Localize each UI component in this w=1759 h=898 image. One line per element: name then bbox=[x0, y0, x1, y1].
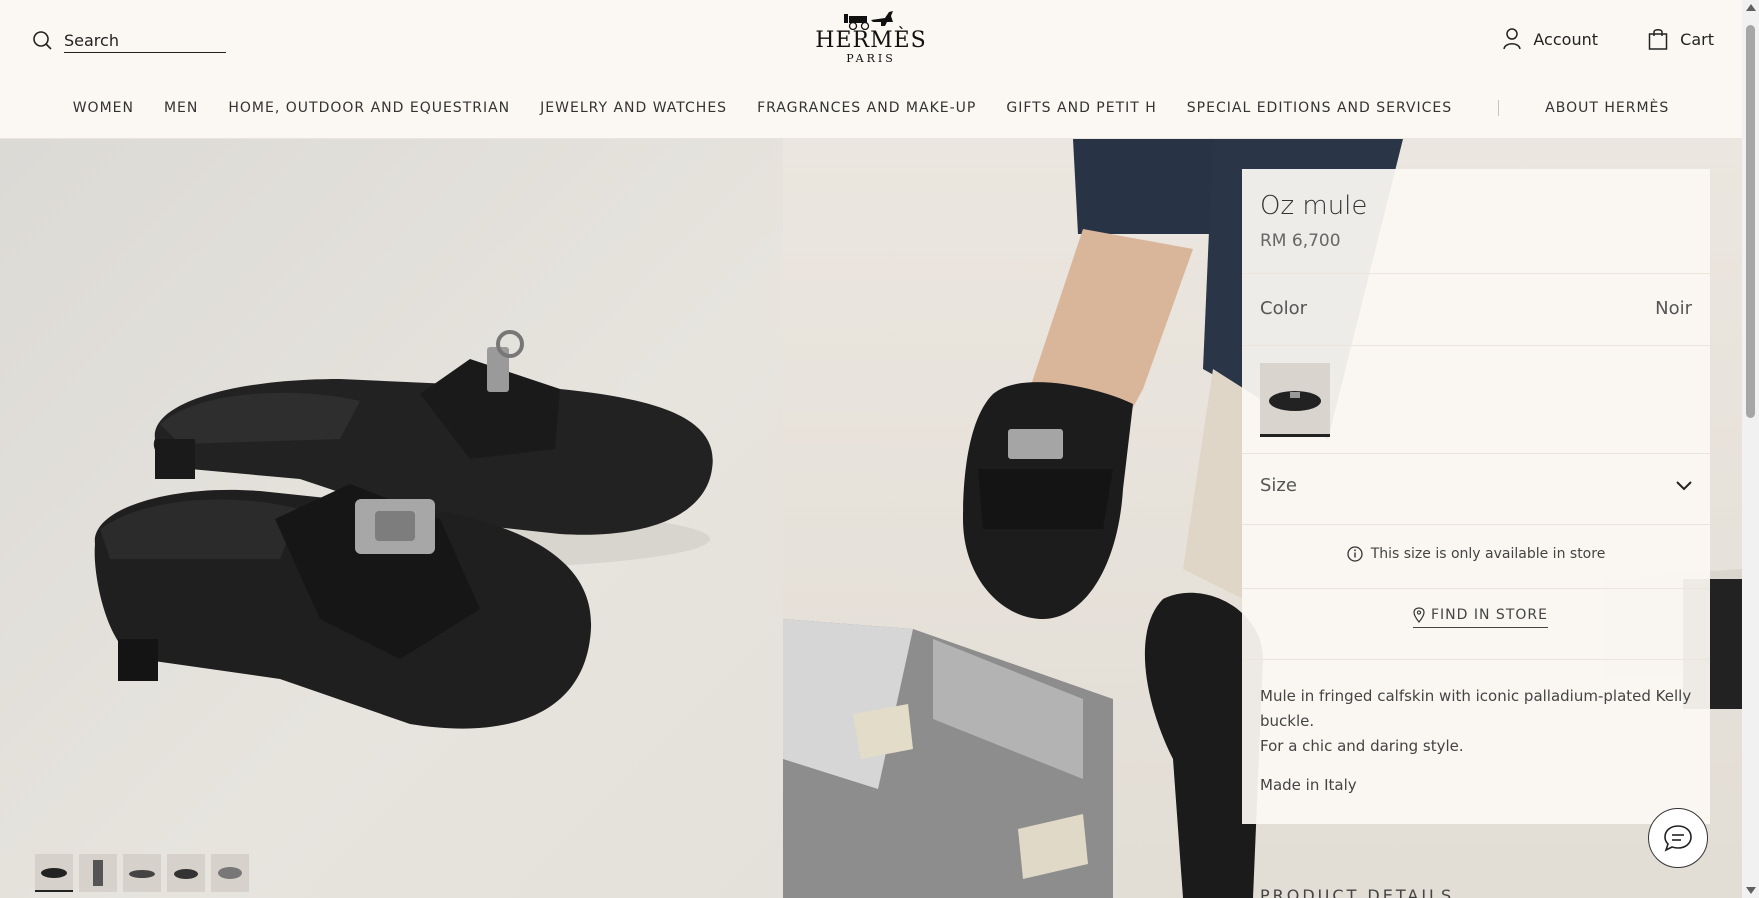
page-scrollbar[interactable] bbox=[1742, 0, 1759, 898]
main-nav: WOMEN MEN HOME, OUTDOOR AND EQUESTRIAN J… bbox=[0, 100, 1742, 116]
search-input[interactable]: Search bbox=[64, 31, 226, 53]
product-panel: Oz mule RM 6,700 Color Noir Size This si… bbox=[1242, 169, 1710, 824]
site-header: Search HERMÈS PARIS Account Cart WOMEN M… bbox=[0, 0, 1742, 139]
brand-logo[interactable]: HERMÈS PARIS bbox=[801, 8, 941, 65]
nav-item-about[interactable]: ABOUT HERMÈS bbox=[1545, 100, 1669, 116]
nav-item-fragrances[interactable]: FRAGRANCES AND MAKE-UP bbox=[757, 100, 976, 116]
thumbnail-2[interactable] bbox=[79, 854, 117, 892]
availability-text: This size is only available in store bbox=[1370, 546, 1606, 562]
size-selector[interactable]: Size bbox=[1260, 475, 1692, 496]
account-label: Account bbox=[1533, 29, 1598, 49]
thumbnail-3[interactable] bbox=[123, 854, 161, 892]
nav-item-special-editions[interactable]: SPECIAL EDITIONS AND SERVICES bbox=[1187, 100, 1452, 116]
nav-item-home-outdoor[interactable]: HOME, OUTDOOR AND EQUESTRIAN bbox=[228, 100, 510, 116]
divider bbox=[1242, 659, 1710, 660]
product-price: RM 6,700 bbox=[1260, 231, 1341, 251]
thumbnail-1[interactable] bbox=[35, 854, 73, 892]
color-swatch-noir[interactable] bbox=[1260, 363, 1330, 437]
chat-icon bbox=[1664, 825, 1692, 852]
location-pin-icon bbox=[1413, 607, 1425, 623]
divider bbox=[1242, 588, 1710, 589]
divider bbox=[1242, 345, 1710, 346]
search-icon[interactable] bbox=[32, 30, 52, 54]
user-icon bbox=[1503, 28, 1522, 50]
find-in-store-label: FIND IN STORE bbox=[1431, 607, 1548, 623]
thumbnail-strip bbox=[35, 854, 249, 892]
scroll-up-arrow[interactable] bbox=[1746, 4, 1756, 11]
product-title: Oz mule bbox=[1260, 191, 1368, 221]
nav-item-jewelry[interactable]: JEWELRY AND WATCHES bbox=[540, 100, 727, 116]
nav-item-women[interactable]: WOMEN bbox=[73, 100, 134, 116]
chevron-down-icon bbox=[1676, 480, 1692, 490]
color-row: Color Noir bbox=[1260, 298, 1692, 319]
brand-location: PARIS bbox=[846, 52, 896, 65]
color-label: Color bbox=[1260, 298, 1307, 319]
divider bbox=[1242, 453, 1710, 454]
cart-link[interactable]: Cart bbox=[1648, 28, 1714, 50]
shopping-bag-icon bbox=[1648, 29, 1668, 50]
divider bbox=[1242, 524, 1710, 525]
product-details-heading[interactable]: PRODUCT DETAILS bbox=[1260, 886, 1454, 898]
info-icon bbox=[1347, 546, 1363, 562]
brand-wordmark: HERMÈS bbox=[815, 28, 927, 53]
scroll-down-arrow[interactable] bbox=[1746, 887, 1756, 894]
search-box[interactable]: Search bbox=[32, 30, 226, 54]
size-label: Size bbox=[1260, 475, 1297, 496]
swatch-image bbox=[1269, 390, 1321, 411]
description-line: For a chic and daring style. bbox=[1260, 737, 1464, 755]
chat-button[interactable] bbox=[1648, 808, 1708, 868]
product-description: Mule in fringed calfskin with iconic pal… bbox=[1260, 684, 1692, 759]
color-value: Noir bbox=[1655, 298, 1692, 319]
account-link[interactable]: Account bbox=[1503, 28, 1598, 50]
carriage-icon bbox=[844, 11, 893, 30]
find-in-store-link[interactable]: FIND IN STORE bbox=[1413, 607, 1548, 628]
nav-divider bbox=[1498, 100, 1500, 116]
scroll-thumb[interactable] bbox=[1746, 25, 1755, 418]
description-line: Mule in fringed calfskin with iconic pal… bbox=[1260, 687, 1692, 730]
thumbnail-4[interactable] bbox=[167, 854, 205, 892]
made-in: Made in Italy bbox=[1260, 776, 1357, 794]
nav-item-men[interactable]: MEN bbox=[164, 100, 198, 116]
nav-item-gifts[interactable]: GIFTS AND PETIT H bbox=[1006, 100, 1156, 116]
mule-pair-photo bbox=[94, 330, 713, 729]
product-image-main[interactable] bbox=[0, 139, 783, 898]
thumbnail-5[interactable] bbox=[211, 854, 249, 892]
cart-label: Cart bbox=[1680, 29, 1714, 49]
availability-note: This size is only available in store bbox=[1242, 546, 1710, 562]
divider bbox=[1242, 273, 1710, 274]
